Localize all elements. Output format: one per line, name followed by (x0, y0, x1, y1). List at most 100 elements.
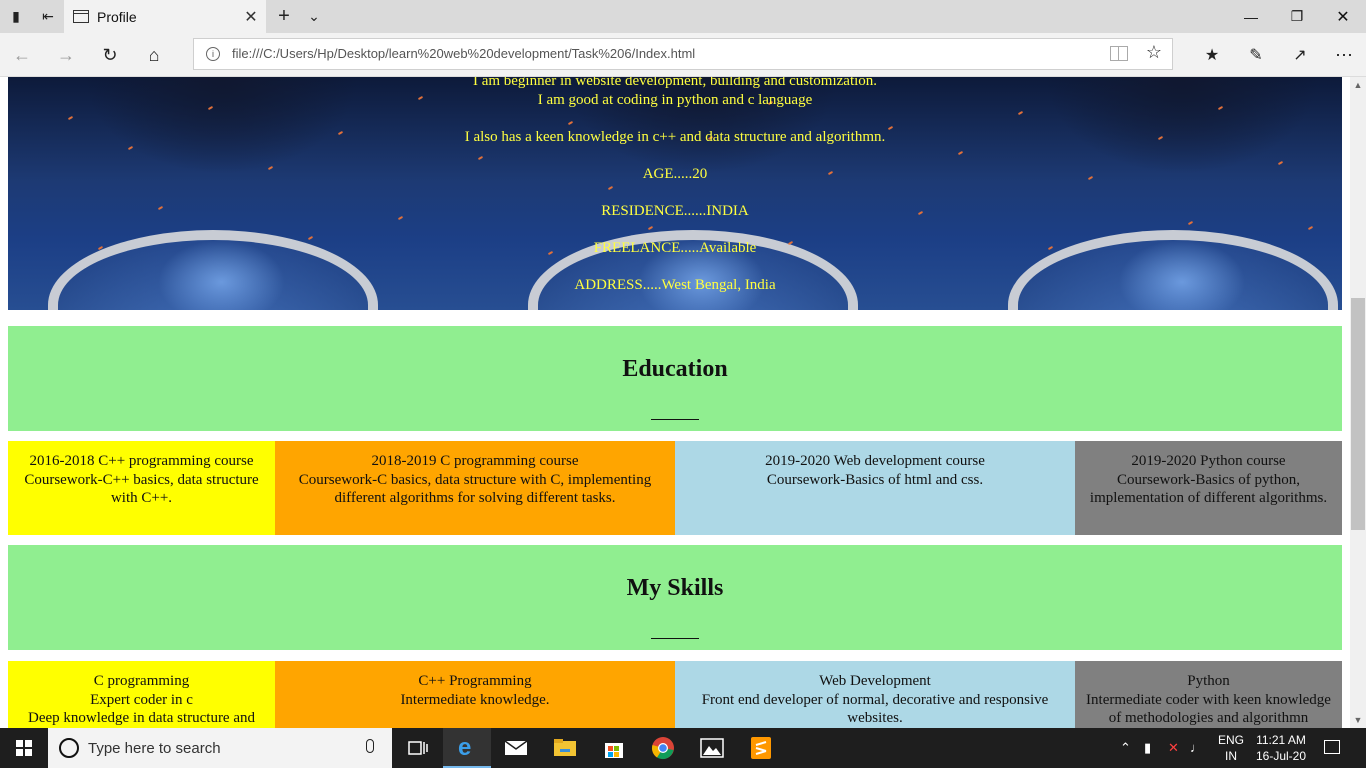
card-line: 2019-2020 Python course (1131, 453, 1286, 469)
scroll-down-icon[interactable]: ▼ (1350, 712, 1366, 728)
card-line: Coursework-C basics, data structure with… (298, 471, 652, 488)
page-icon (73, 10, 89, 23)
tab-set-aside-icon[interactable]: ▮ (0, 0, 32, 33)
svg-text:e: e (458, 735, 471, 759)
card-line: Intermediate coder with keen knowledge (1086, 691, 1331, 708)
close-window-icon[interactable]: ✕ (1320, 0, 1366, 33)
url-text[interactable]: file:///C:/Users/Hp/Desktop/learn%20web%… (232, 46, 695, 61)
card-line: Coursework-Basics of python, (1117, 471, 1300, 488)
new-tab-icon[interactable]: + (268, 0, 300, 33)
close-tab-icon[interactable]: ✕ (236, 7, 266, 27)
photos-icon[interactable] (688, 728, 736, 768)
card-line: websites. (847, 710, 903, 726)
skills-card: C programming Expert coder in c Deep knowl… (8, 661, 275, 728)
action-center-icon[interactable] (1324, 740, 1340, 754)
card-line: 2016-2018 C++ programming course (29, 453, 254, 469)
browser-title-bar: ▮ ⇤ Profile ✕ + ⌄ — ❐ ✕ (0, 0, 1366, 33)
education-banner: Education (8, 326, 1342, 431)
network-disconnected-icon[interactable]: ✕ (1168, 740, 1179, 756)
card-line: 2018-2019 C programming course (371, 453, 579, 469)
about-line (8, 257, 1342, 276)
about-line (8, 146, 1342, 165)
info-icon[interactable]: i (206, 47, 220, 61)
tab-profile[interactable]: Profile ✕ (64, 0, 266, 33)
chrome-icon[interactable] (639, 728, 687, 768)
favorite-star-icon[interactable]: ☆ (1146, 42, 1162, 63)
page-viewport: I am beginner in website development, bu… (0, 77, 1350, 728)
about-line: I am good at coding in python and c lang… (537, 91, 813, 108)
tab-preview-chevron-icon[interactable]: ⌄ (298, 0, 330, 33)
pen-icon[interactable]: ✎ (1234, 33, 1278, 77)
start-button[interactable] (0, 728, 48, 768)
education-card: 2019-2020 Python course Coursework-Basics… (1075, 441, 1342, 535)
about-line (8, 183, 1342, 202)
about-line: ADDRESS.....West Bengal, India (574, 276, 776, 293)
forward-icon[interactable]: → (44, 33, 88, 77)
clock[interactable]: 11:21 AM 16-Jul-20 (1254, 732, 1308, 764)
reading-view-icon[interactable] (1110, 46, 1128, 61)
about-line (8, 220, 1342, 239)
skills-card: Python Intermediate coder with keen knowl… (1075, 661, 1342, 728)
volume-icon[interactable]: ♩ (1190, 740, 1203, 755)
card-line: Deep knowledge in data structure and (28, 710, 255, 726)
education-card: 2018-2019 C programming course Coursework… (275, 441, 675, 535)
language-indicator[interactable]: ENG IN (1217, 732, 1245, 764)
clock-time: 11:21 AM (1256, 733, 1306, 747)
more-icon[interactable]: ⋯ (1322, 33, 1366, 77)
address-bar[interactable]: i file:///C:/Users/Hp/Desktop/learn%20we… (193, 38, 1173, 70)
battery-icon[interactable]: ▮ (1144, 740, 1151, 756)
favorites-icon[interactable]: ★ (1190, 33, 1234, 77)
language-code: ENG (1217, 733, 1244, 747)
education-cards: 2016-2018 C++ programming course Coursewo… (8, 441, 1342, 535)
scrollbar-thumb[interactable] (1351, 298, 1365, 530)
share-icon[interactable]: ↗ (1278, 33, 1322, 77)
restore-icon[interactable]: ❐ (1274, 0, 1320, 33)
card-line: Web Development (819, 673, 931, 689)
taskbar-search[interactable]: Type here to search (48, 728, 392, 768)
home-icon[interactable]: ⌂ (132, 33, 176, 77)
card-line: Coursework-C++ basics, data structure (24, 471, 259, 488)
microphone-icon[interactable] (366, 739, 374, 753)
card-line: Coursework-Basics of html and css. (766, 471, 984, 488)
edge-browser-icon[interactable]: e (443, 728, 491, 768)
scroll-up-icon[interactable]: ▲ (1350, 77, 1366, 93)
page-scrollbar[interactable]: ▲ ▼ (1350, 77, 1366, 728)
about-line: AGE.....20 (642, 165, 708, 182)
cortana-icon (59, 738, 79, 758)
skills-banner: My Skills (8, 545, 1342, 650)
back-icon[interactable]: ← (0, 33, 44, 77)
about-line: I also has a keen knowledge in c++ and d… (464, 128, 886, 145)
card-line: Intermediate knowledge. (400, 691, 550, 708)
windows-logo-icon (16, 740, 32, 756)
skills-card: C++ Programming Intermediate knowledge. (275, 661, 675, 728)
card-line: different algorithms for solving differe… (334, 490, 616, 506)
show-tabs-aside-icon[interactable]: ⇤ (32, 0, 64, 33)
refresh-icon[interactable]: ↻ (88, 33, 132, 77)
show-hidden-icons-icon[interactable]: ⌃ (1120, 740, 1131, 756)
clock-date: 16-Jul-20 (1255, 749, 1307, 763)
file-explorer-icon[interactable] (541, 728, 589, 768)
about-line: RESIDENCE......INDIA (601, 202, 749, 219)
mail-icon[interactable] (492, 728, 540, 768)
about-line (8, 109, 1342, 128)
education-card: 2016-2018 C++ programming course Coursewo… (8, 441, 275, 535)
card-line: C programming (93, 673, 190, 689)
minimize-icon[interactable]: — (1228, 0, 1274, 33)
region-code: IN (1225, 749, 1237, 763)
windows-taskbar: Type here to search e ⌃ ▮ ✕ ♩ ENG IN 11:… (0, 728, 1366, 768)
education-heading: Education (622, 356, 728, 382)
sublime-text-icon[interactable] (737, 728, 785, 768)
card-line: Expert coder in c (90, 691, 193, 708)
card-line: Front end developer of normal, decorativ… (701, 691, 1049, 708)
card-line: implementation of different algorithms. (1089, 490, 1328, 506)
card-line: with C++. (110, 490, 173, 506)
heading-underline (651, 419, 699, 420)
about-text: I am beginner in website development, bu… (8, 77, 1342, 294)
store-icon[interactable] (590, 728, 638, 768)
search-placeholder: Type here to search (88, 740, 221, 757)
skills-card: Web Development Front end developer of no… (675, 661, 1075, 728)
card-line: of methodologies and algorithmn (1108, 710, 1309, 726)
task-view-icon[interactable] (394, 728, 442, 768)
card-line: Python (1187, 673, 1230, 689)
browser-nav-bar: ← → ↻ ⌂ i file:///C:/Users/Hp/Desktop/le… (0, 33, 1366, 77)
